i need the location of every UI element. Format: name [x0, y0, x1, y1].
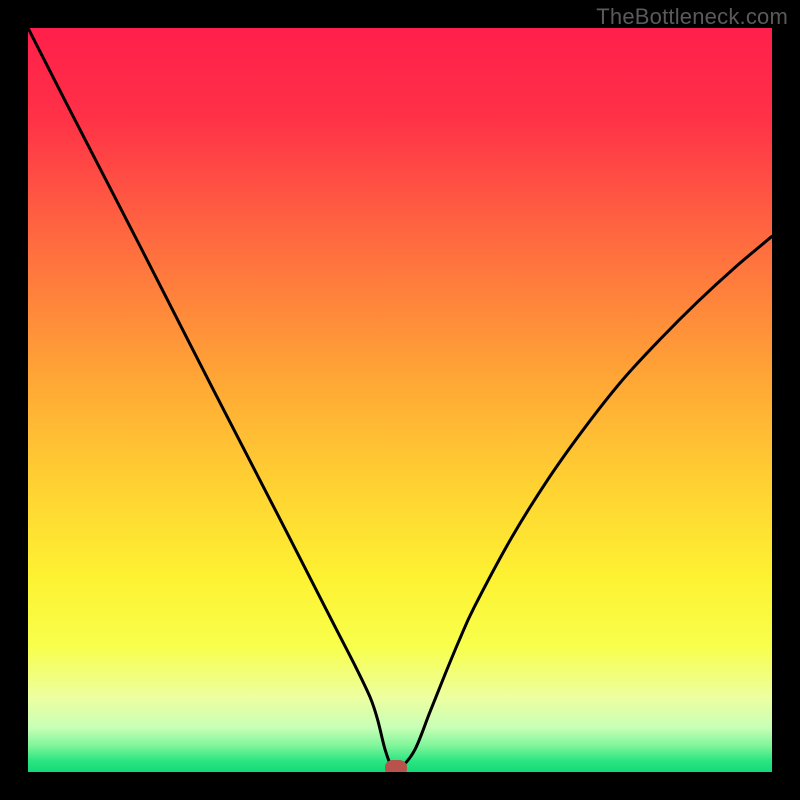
bottleneck-chart	[28, 28, 772, 772]
optimal-marker	[385, 760, 407, 772]
gradient-background	[28, 28, 772, 772]
watermark-text: TheBottleneck.com	[596, 4, 788, 30]
plot-area	[28, 28, 772, 772]
chart-container: TheBottleneck.com	[0, 0, 800, 800]
